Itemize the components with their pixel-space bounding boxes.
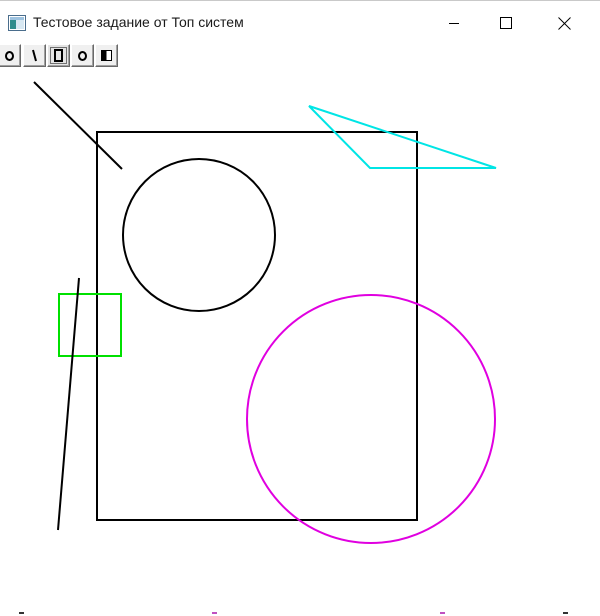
cyan-triangle <box>308 105 497 169</box>
black-line-diagonal <box>33 81 123 170</box>
black-rectangle <box>96 131 418 521</box>
magenta-circle <box>246 294 496 544</box>
bottom-edge-mark <box>212 612 217 614</box>
app-window: Тестовое задание от Топ систем <box>0 0 600 616</box>
bottom-edge-mark <box>19 612 24 614</box>
black-line-vertical <box>57 277 80 531</box>
black-circle <box>122 158 276 312</box>
bottom-edge-mark <box>563 612 568 614</box>
drawing-canvas[interactable] <box>0 1 600 616</box>
bottom-edge-mark <box>440 612 445 614</box>
green-square <box>58 293 122 357</box>
